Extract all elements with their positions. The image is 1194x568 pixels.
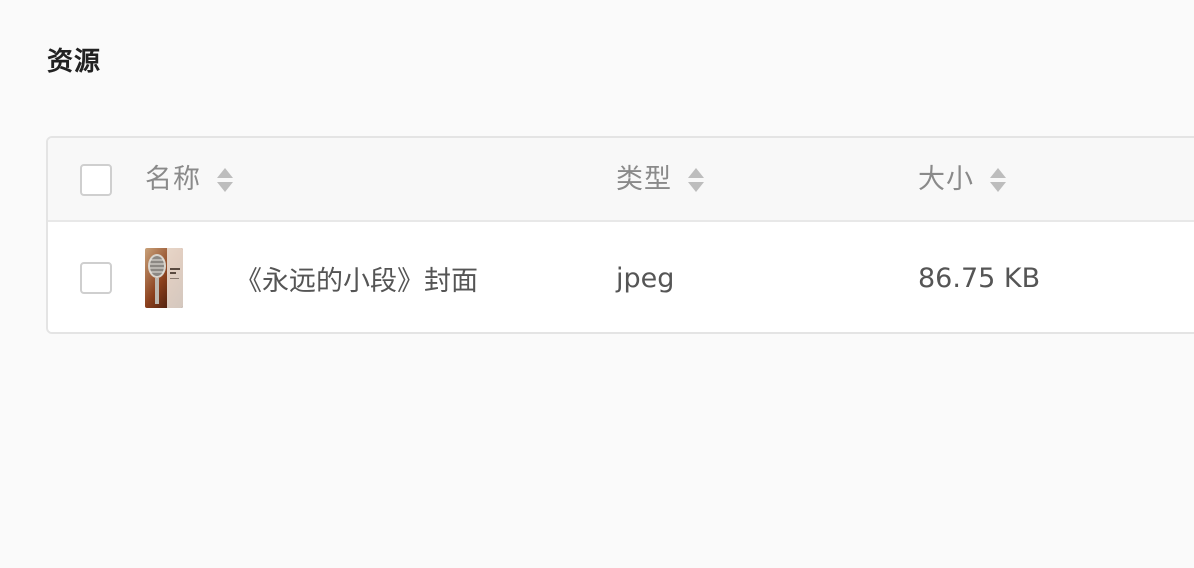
table-row[interactable]: 《永远的小段》封面 jpeg 86.75 KB (48, 222, 1194, 332)
column-header-label: 名称 (145, 164, 201, 195)
column-header-label: 类型 (616, 164, 672, 195)
sort-icon[interactable] (688, 165, 704, 195)
file-name[interactable]: 《永远的小段》封面 (235, 259, 478, 298)
sort-icon[interactable] (990, 165, 1006, 195)
row-checkbox[interactable] (80, 262, 112, 294)
sort-ascending-icon (688, 168, 704, 178)
table-header: 名称 类型 大小 (48, 138, 1194, 222)
microphone-cover-image-icon[interactable] (145, 248, 183, 308)
column-header-name[interactable]: 名称 (145, 138, 233, 222)
cell-size: 86.75 KB (918, 222, 1041, 332)
cell-type: jpeg (616, 222, 675, 332)
cell-name: 《永远的小段》封面 (145, 222, 478, 332)
page-title: 资源 (47, 47, 102, 77)
file-type: jpeg (616, 262, 675, 294)
column-header-label: 大小 (918, 164, 974, 195)
sort-ascending-icon (217, 168, 233, 178)
sort-ascending-icon (990, 168, 1006, 178)
sort-icon[interactable] (217, 165, 233, 195)
sort-descending-icon (990, 182, 1006, 192)
sort-descending-icon (688, 182, 704, 192)
resources-table: 名称 类型 大小 《永远的小段》封面 jpeg 86.75 KB (46, 136, 1194, 334)
column-header-type[interactable]: 类型 (616, 138, 704, 222)
sort-descending-icon (217, 182, 233, 192)
column-header-size[interactable]: 大小 (918, 138, 1006, 222)
file-size: 86.75 KB (918, 262, 1041, 294)
select-all-checkbox[interactable] (80, 164, 112, 196)
